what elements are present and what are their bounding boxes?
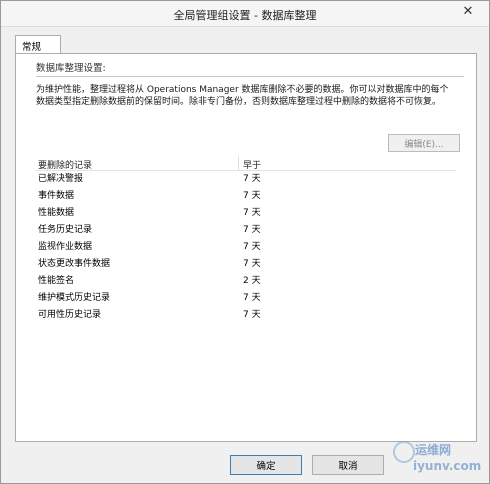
watermark-text-cn: 运维网 bbox=[415, 443, 452, 457]
ok-button[interactable]: 确定 bbox=[230, 455, 302, 475]
row-record-name: 可用性历史记录 bbox=[38, 310, 102, 320]
list-row[interactable]: 事件数据 7 天 bbox=[36, 187, 456, 202]
row-retention: 7 天 bbox=[243, 191, 261, 201]
list-row[interactable]: 已解决警报 7 天 bbox=[36, 170, 456, 185]
row-record-name: 性能数据 bbox=[38, 208, 75, 218]
list-row[interactable]: 监视作业数据 7 天 bbox=[36, 238, 456, 253]
column-separator[interactable] bbox=[238, 156, 239, 171]
row-retention: 7 天 bbox=[243, 293, 261, 303]
row-record-name: 状态更改事件数据 bbox=[38, 259, 111, 269]
row-retention: 7 天 bbox=[243, 242, 261, 252]
close-icon: ✕ bbox=[462, 3, 474, 19]
row-record-name: 已解决警报 bbox=[38, 174, 84, 184]
section-title: 数据库整理设置: bbox=[36, 63, 106, 74]
close-button[interactable]: ✕ bbox=[451, 1, 485, 21]
section-divider bbox=[36, 76, 464, 77]
list-row[interactable]: 性能数据 7 天 bbox=[36, 204, 456, 219]
row-record-name: 性能签名 bbox=[38, 276, 75, 286]
grooming-list[interactable]: 要删除的记录 早于 已解决警报 7 天 事件数据 7 天 性能数据 7 天 任务… bbox=[36, 156, 456, 436]
edit-button[interactable]: 编辑(E)... bbox=[388, 134, 460, 152]
row-retention: 7 天 bbox=[243, 208, 261, 218]
row-retention: 2 天 bbox=[243, 276, 261, 286]
row-record-name: 任务历史记录 bbox=[38, 225, 93, 235]
row-retention: 7 天 bbox=[243, 259, 261, 269]
tab-panel: 数据库整理设置: 为维护性能，整理过程将从 Operations Manager… bbox=[15, 53, 477, 442]
list-header: 要删除的记录 早于 bbox=[36, 156, 456, 171]
list-row[interactable]: 任务历史记录 7 天 bbox=[36, 221, 456, 236]
row-retention: 7 天 bbox=[243, 310, 261, 320]
row-retention: 7 天 bbox=[243, 225, 261, 235]
tab-general[interactable]: 常规 bbox=[15, 35, 61, 54]
row-record-name: 事件数据 bbox=[38, 191, 75, 201]
list-row[interactable]: 可用性历史记录 7 天 bbox=[36, 306, 456, 321]
watermark-logo-icon bbox=[393, 441, 415, 463]
list-row[interactable]: 性能签名 2 天 bbox=[36, 272, 456, 287]
window-title: 全局管理组设置 - 数据库整理 bbox=[173, 9, 317, 22]
list-row[interactable]: 维护模式历史记录 7 天 bbox=[36, 289, 456, 304]
site-watermark: 运维网 iyunv.com bbox=[393, 439, 485, 479]
cancel-button[interactable]: 取消 bbox=[312, 455, 384, 475]
title-bar: 全局管理组设置 - 数据库整理 ✕ bbox=[1, 1, 489, 27]
watermark-text-url: iyunv.com bbox=[413, 459, 482, 473]
dialog-window: 全局管理组设置 - 数据库整理 ✕ 常规 数据库整理设置: 为维护性能，整理过程… bbox=[0, 0, 490, 484]
row-retention: 7 天 bbox=[243, 174, 261, 184]
row-record-name: 维护模式历史记录 bbox=[38, 293, 111, 303]
list-row[interactable]: 状态更改事件数据 7 天 bbox=[36, 255, 456, 270]
section-description: 为维护性能，整理过程将从 Operations Manager 数据库删除不必要… bbox=[36, 85, 449, 107]
row-record-name: 监视作业数据 bbox=[38, 242, 93, 252]
